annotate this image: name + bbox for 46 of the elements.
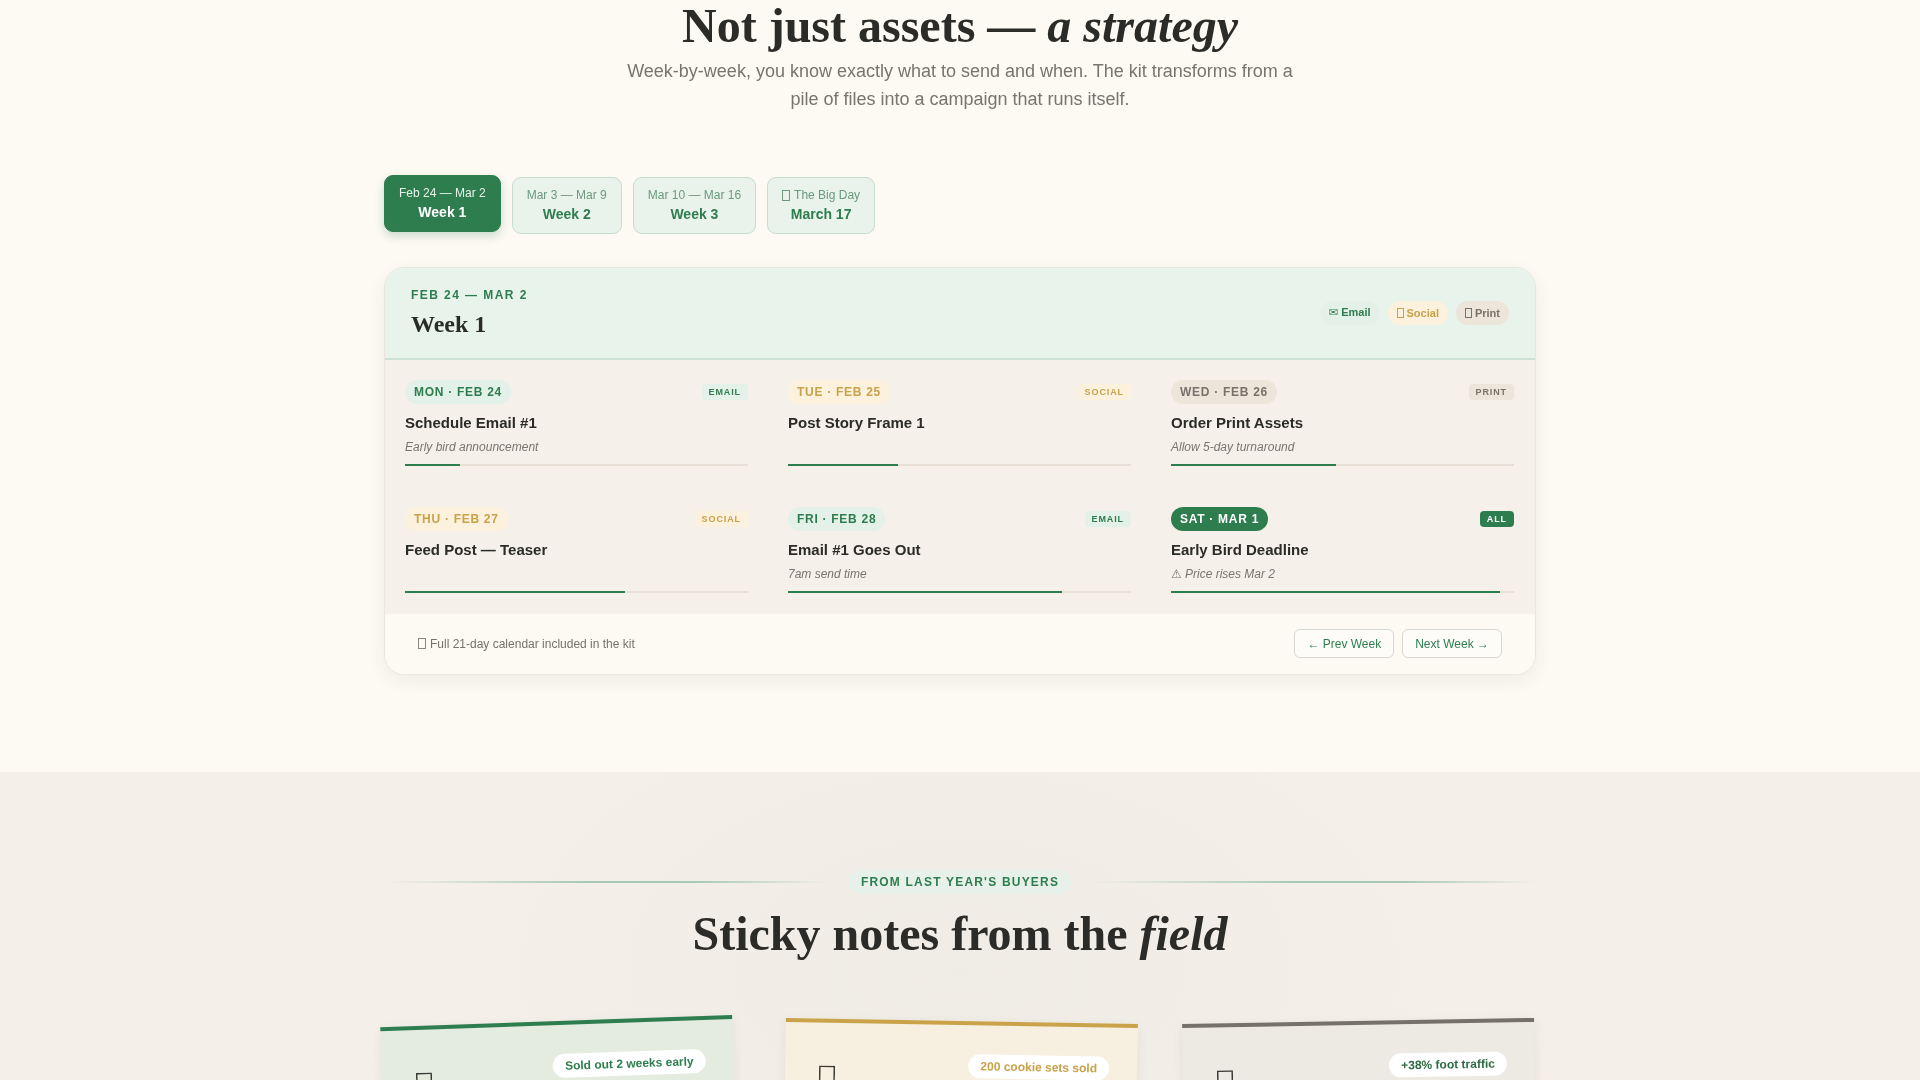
empty-box-icon	[418, 638, 426, 650]
empty-box-icon	[818, 1065, 836, 1080]
stat-tag: +38% foot traffic	[1388, 1051, 1508, 1078]
day-label: FRI · FEB 28	[788, 506, 886, 531]
week-nav-button[interactable]: ← Prev Week	[1294, 629, 1395, 659]
day-label: SAT · MAR 1	[1171, 506, 1269, 531]
day-label: WED · FEB 26	[1171, 379, 1277, 404]
task-note: Allow 5-day turnaround	[1171, 438, 1296, 455]
channel-tag: SOCIAL	[1077, 383, 1131, 400]
footer-note: Full 21-day calendar included in the kit	[430, 636, 635, 651]
week-tab[interactable]: The Big Day March 17	[767, 176, 876, 234]
legend-label: ✉ Email	[1328, 306, 1371, 320]
task-title: Post Story Frame 1	[788, 413, 926, 432]
week-title: Week 1	[411, 309, 488, 339]
task-title: Feed Post — Teaser	[405, 540, 549, 559]
task-note: ⚠ Price rises Mar 2	[1171, 565, 1277, 582]
channel-tag: ALL	[1479, 510, 1514, 527]
task-note: 7am send time	[788, 565, 868, 582]
task-title: Order Print Assets	[1171, 413, 1304, 432]
section-heading: Sticky notes from the field	[692, 907, 1228, 961]
task-title: Email #1 Goes Out	[788, 540, 922, 559]
week-tab[interactable]: Mar 10 — Mar 16 Week 3	[632, 176, 757, 234]
legend-label: Social	[1406, 306, 1439, 319]
section-eyebrow: FROM LAST YEAR'S BUYERS	[848, 869, 1072, 894]
week-tab[interactable]: Mar 3 — Mar 9 Week 2	[511, 176, 622, 234]
section-subtitle: Week-by-week, you know exactly what to send and when. The kit transforms from a pile of files into a campaign that runs itself.	[626, 59, 1294, 111]
week-range: FEB 24 — MAR 2	[411, 286, 528, 303]
empty-box-icon	[782, 189, 791, 201]
channel-tag: PRINT	[1468, 383, 1514, 400]
day-label: TUE · FEB 25	[788, 379, 890, 404]
channel-tag: SOCIAL	[694, 510, 748, 527]
channel-tag: EMAIL	[1084, 510, 1131, 527]
section-heading: Not just assets — a strategy	[682, 0, 1238, 53]
day-label: THU · FEB 27	[405, 506, 508, 531]
week-tab[interactable]: Feb 24 — Mar 2 Week 1	[384, 174, 501, 232]
channel-tag: EMAIL	[701, 383, 748, 400]
task-note: Early bird announcement	[405, 438, 540, 455]
stat-tag: 200 cookie sets sold	[968, 1053, 1110, 1080]
stat-tag: Sold out 2 weeks early	[552, 1048, 707, 1078]
empty-box-icon	[1396, 307, 1404, 318]
day-label: MON · FEB 24	[405, 379, 511, 404]
week-nav-button[interactable]: Next Week →	[1402, 629, 1502, 659]
task-title: Early Bird Deadline	[1171, 540, 1310, 559]
empty-box-icon	[1464, 307, 1472, 318]
task-title: Schedule Email #1	[405, 413, 538, 432]
legend-label: Print	[1474, 306, 1500, 319]
